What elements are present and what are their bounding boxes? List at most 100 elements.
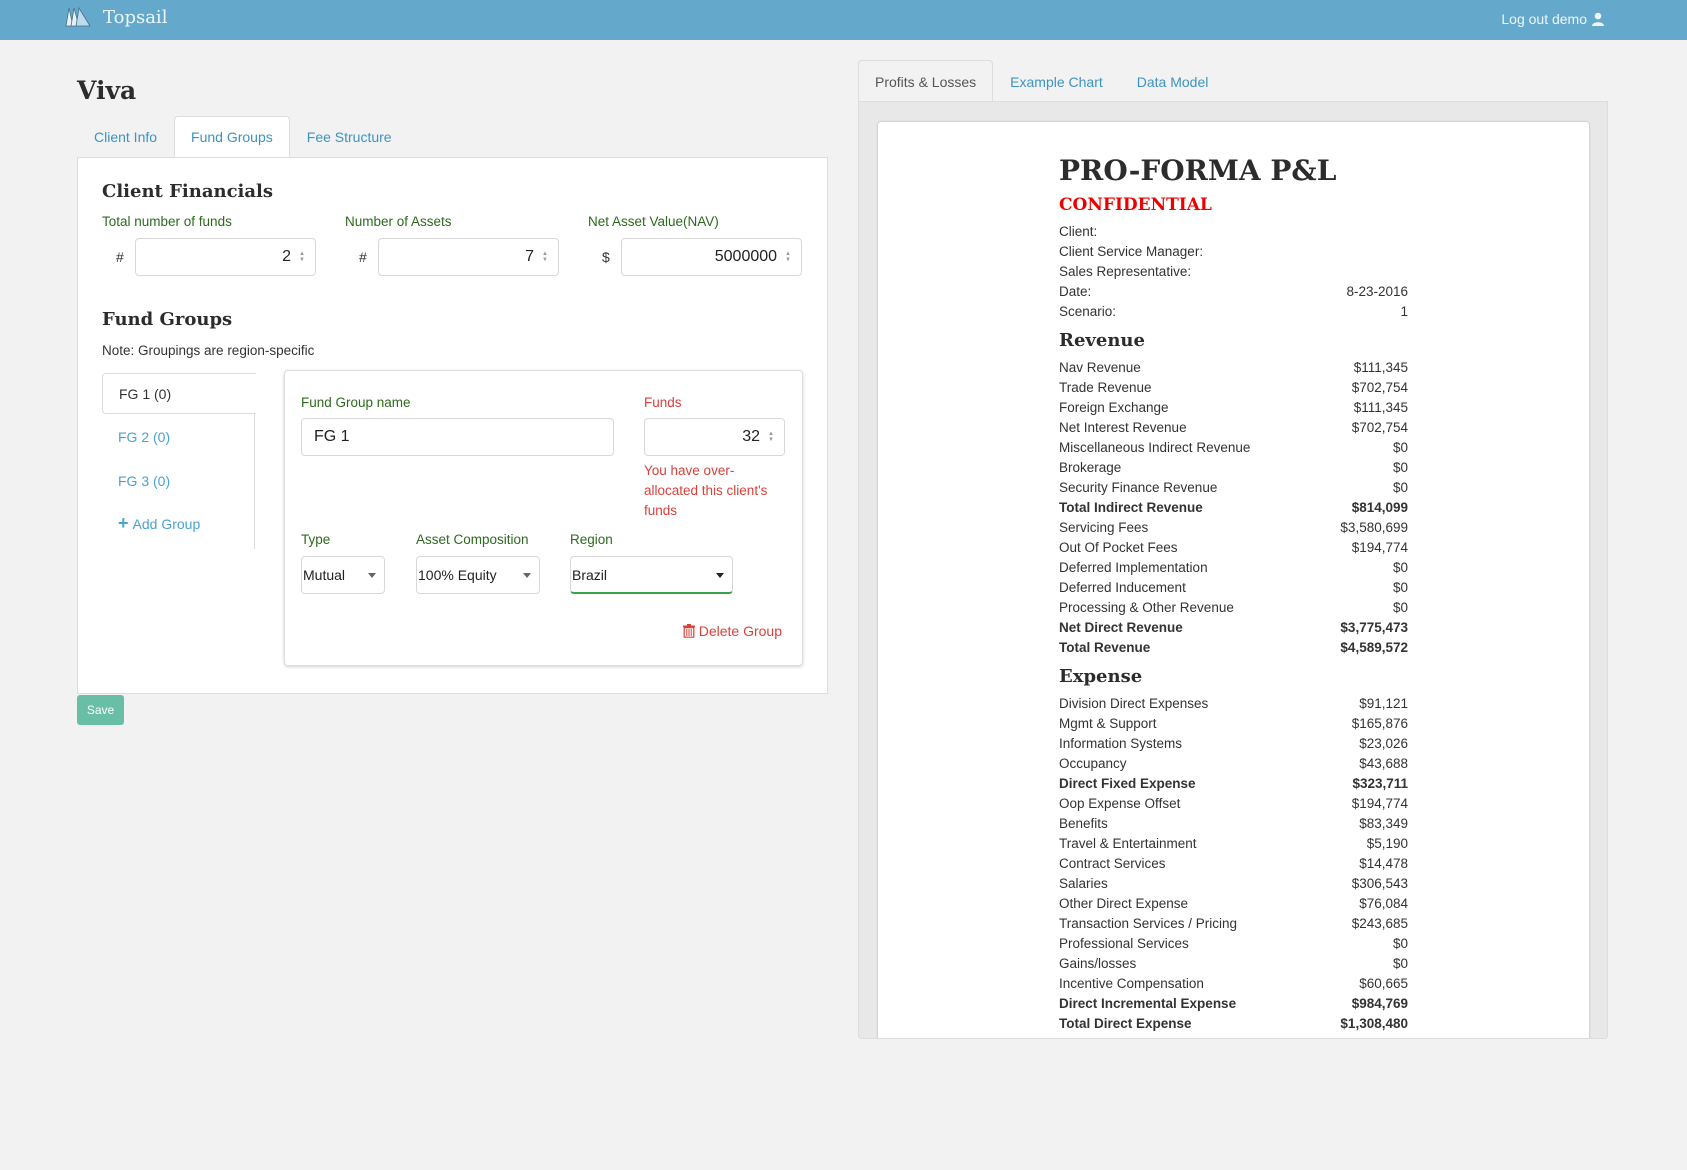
meta-row: Sales Representative: bbox=[1059, 262, 1408, 282]
expense-row-value: $306,543 bbox=[1351, 876, 1408, 891]
nav-value: 5000000 bbox=[714, 248, 778, 265]
expense-title: Expense bbox=[1059, 666, 1143, 687]
delete-group-button[interactable]: Delete Group bbox=[682, 623, 782, 639]
revenue-row: Miscellaneous Indirect Revenue $0 bbox=[1059, 438, 1408, 458]
meta-row-label: Scenario: bbox=[1059, 304, 1117, 319]
fund-group-item-3[interactable]: FG 3 (0) bbox=[102, 461, 255, 502]
expense-row-label: Total Direct Expense bbox=[1059, 1016, 1192, 1031]
expense-row: Direct Incremental Expense $984,769 bbox=[1059, 994, 1408, 1014]
stepper-icon[interactable]: ▲ ▼ bbox=[768, 431, 774, 443]
report-viewer[interactable]: PRO-FORMA P&L CONFIDENTIAL Client: Client… bbox=[858, 101, 1608, 1039]
expense-table: Division Direct Expenses $91,121 Mgmt & Su… bbox=[1059, 694, 1408, 1034]
fund-group-name-input[interactable]: FG 1 bbox=[301, 418, 614, 456]
revenue-row-label: Total Indirect Revenue bbox=[1059, 500, 1203, 515]
report-meta: Client: Client Service Manager: Sales Repr… bbox=[1059, 222, 1408, 322]
expense-row: Contract Services $14,478 bbox=[1059, 854, 1408, 874]
expense-row-value: $14,478 bbox=[1359, 856, 1408, 871]
revenue-title: Revenue bbox=[1059, 330, 1145, 351]
revenue-row: Total Revenue $4,589,572 bbox=[1059, 638, 1408, 658]
revenue-row: Deferred Inducement $0 bbox=[1059, 578, 1408, 598]
client-title: Viva bbox=[77, 76, 137, 105]
report-content: PRO-FORMA P&L CONFIDENTIAL Client: Client… bbox=[1059, 152, 1408, 1034]
expense-row: Total Direct Expense $1,308,480 bbox=[1059, 1014, 1408, 1034]
tab-fund-groups[interactable]: Fund Groups bbox=[174, 116, 290, 157]
meta-row-label: Client Service Manager: bbox=[1059, 244, 1204, 259]
region-select[interactable]: Brazil bbox=[570, 556, 733, 594]
revenue-row-value: $0 bbox=[1392, 480, 1408, 495]
num-assets-input[interactable]: 7 ▲ ▼ bbox=[378, 238, 559, 276]
revenue-row-value: $0 bbox=[1392, 440, 1408, 455]
chevron-down-icon bbox=[523, 573, 531, 578]
nav-prefix: $ bbox=[602, 249, 610, 265]
revenue-row: Net Interest Revenue $702,754 bbox=[1059, 418, 1408, 438]
add-group-button[interactable]: + Add Group bbox=[118, 513, 200, 534]
expense-row-value: $194,774 bbox=[1351, 796, 1408, 811]
expense-row-label: Direct Incremental Expense bbox=[1059, 996, 1237, 1011]
expense-row-value: $1,308,480 bbox=[1340, 1016, 1408, 1031]
expense-row: Gains/losses $0 bbox=[1059, 954, 1408, 974]
revenue-row: Security Finance Revenue $0 bbox=[1059, 478, 1408, 498]
revenue-row-value: $3,775,473 bbox=[1340, 620, 1408, 635]
revenue-row-label: Miscellaneous Indirect Revenue bbox=[1059, 440, 1251, 455]
expense-row: Incentive Compensation $60,665 bbox=[1059, 974, 1408, 994]
stepper-icon[interactable]: ▲ ▼ bbox=[299, 251, 305, 263]
expense-row-value: $0 bbox=[1392, 956, 1408, 971]
brand[interactable]: Topsail bbox=[64, 6, 167, 28]
region-value: Brazil bbox=[572, 566, 608, 583]
total-funds-input[interactable]: 2 ▲ ▼ bbox=[135, 238, 316, 276]
meta-row: Client: bbox=[1059, 222, 1408, 242]
revenue-row-value: $0 bbox=[1392, 600, 1408, 615]
expense-row-label: Travel & Entertainment bbox=[1059, 836, 1197, 851]
type-value: Mutual bbox=[303, 567, 346, 583]
revenue-row: Foreign Exchange $111,345 bbox=[1059, 398, 1408, 418]
revenue-row-label: Servicing Fees bbox=[1059, 520, 1149, 535]
expense-row-value: $5,190 bbox=[1366, 836, 1408, 851]
expense-row-label: Other Direct Expense bbox=[1059, 896, 1189, 911]
expense-row-label: Information Systems bbox=[1059, 736, 1183, 751]
revenue-table: Nav Revenue $111,345 Trade Revenue $702,754… bbox=[1059, 358, 1408, 658]
expense-row-value: $83,349 bbox=[1359, 816, 1408, 831]
total-funds-value: 2 bbox=[282, 248, 292, 265]
revenue-row: Processing & Other Revenue $0 bbox=[1059, 598, 1408, 618]
revenue-row-label: Nav Revenue bbox=[1059, 360, 1141, 375]
revenue-row: Nav Revenue $111,345 bbox=[1059, 358, 1408, 378]
save-button[interactable]: Save bbox=[77, 695, 124, 725]
tab-example-chart[interactable]: Example Chart bbox=[993, 60, 1120, 102]
nav-label: Net Asset Value(NAV) bbox=[588, 214, 719, 229]
nav-input[interactable]: 5000000 ▲ ▼ bbox=[621, 238, 802, 276]
meta-row-label: Date: bbox=[1059, 284, 1092, 299]
stepper-icon[interactable]: ▲ ▼ bbox=[542, 251, 548, 263]
total-funds-prefix: # bbox=[116, 249, 124, 265]
logout-label: Log out demo bbox=[1501, 11, 1587, 27]
funds-label: Funds bbox=[644, 395, 682, 410]
fund-group-item-2[interactable]: FG 2 (0) bbox=[102, 417, 255, 458]
revenue-row: Out Of Pocket Fees $194,774 bbox=[1059, 538, 1408, 558]
composition-select[interactable]: 100% Equity bbox=[416, 556, 540, 594]
expense-row-value: $243,685 bbox=[1351, 916, 1408, 931]
expense-row-label: Oop Expense Offset bbox=[1059, 796, 1181, 811]
fund-group-name-value: FG 1 bbox=[314, 428, 350, 445]
meta-row-value: 8-23-2016 bbox=[1346, 284, 1408, 299]
tab-profits-losses[interactable]: Profits & Losses bbox=[858, 60, 994, 102]
tab-data-model[interactable]: Data Model bbox=[1120, 60, 1226, 102]
tab-fee-structure[interactable]: Fee Structure bbox=[290, 116, 409, 157]
fund-group-editor: Fund Group name FG 1 Funds 32 ▲ ▼ You hav… bbox=[284, 370, 803, 666]
expense-row-value: $984,769 bbox=[1351, 996, 1408, 1011]
revenue-row-value: $814,099 bbox=[1351, 500, 1408, 515]
revenue-row-value: $0 bbox=[1392, 560, 1408, 575]
revenue-row-value: $702,754 bbox=[1351, 420, 1408, 435]
revenue-row-value: $0 bbox=[1392, 460, 1408, 475]
expense-row-label: Benefits bbox=[1059, 816, 1108, 831]
tab-client-info[interactable]: Client Info bbox=[77, 116, 174, 157]
funds-input[interactable]: 32 ▲ ▼ bbox=[644, 418, 785, 456]
fund-groups-note: Note: Groupings are region-specific bbox=[102, 343, 315, 358]
user-icon bbox=[1592, 12, 1604, 26]
expense-row: Transaction Services / Pricing $243,685 bbox=[1059, 914, 1408, 934]
client-financials-title: Client Financials bbox=[102, 181, 274, 202]
type-select[interactable]: Mutual bbox=[301, 556, 385, 594]
logout-link[interactable]: Log out demo bbox=[1501, 11, 1605, 27]
stepper-icon[interactable]: ▲ ▼ bbox=[785, 251, 791, 263]
fund-group-item-1[interactable]: FG 1 (0) bbox=[102, 373, 256, 414]
report-page: PRO-FORMA P&L CONFIDENTIAL Client: Client… bbox=[878, 122, 1589, 1038]
sails-logo-icon bbox=[65, 6, 91, 27]
